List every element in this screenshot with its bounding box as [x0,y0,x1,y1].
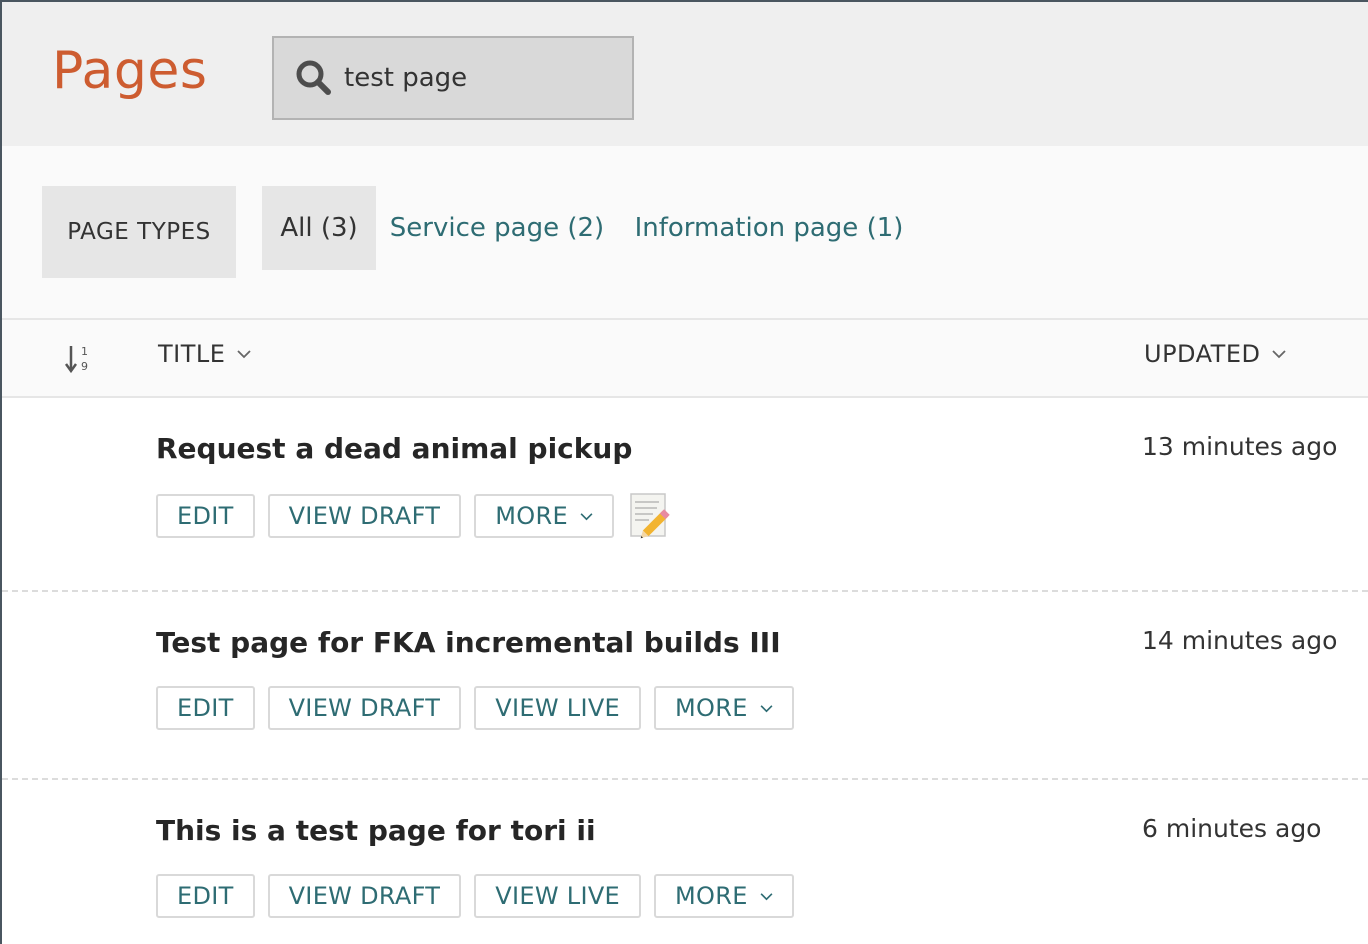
page-types-label: PAGE TYPES [42,186,236,278]
chevron-down-icon [580,512,593,520]
more-button-label: MORE [675,694,748,722]
page-type-filter-bar: PAGE TYPES All (3) Service page (2) Info… [2,146,1368,320]
search-icon [296,60,331,95]
row-actions: EDIT VIEW DRAFT VIEW LIVE MORE [156,874,794,918]
page-header: Pages [2,2,1368,146]
row-title-link[interactable]: Request a dead animal pickup [156,432,632,465]
page-title: Pages [52,41,208,101]
row-updated: 14 minutes ago [1142,626,1338,655]
chevron-down-icon [1272,350,1287,359]
edit-button-label: EDIT [177,882,234,910]
more-button[interactable]: MORE [474,494,614,538]
edit-button-label: EDIT [177,502,234,530]
table-header: 1 9 TITLE UPDATED [2,320,1368,398]
view-draft-button[interactable]: VIEW DRAFT [267,494,462,538]
sort-order-icon[interactable]: 1 9 [64,342,94,376]
edit-button[interactable]: EDIT [156,686,255,730]
filter-tab-information-page[interactable]: Information page (1) [628,186,910,270]
row-divider [2,590,1368,592]
column-header-title[interactable]: TITLE [158,340,252,368]
chevron-down-icon [760,892,773,900]
memo-icon [630,493,670,539]
view-draft-button-label: VIEW DRAFT [288,502,441,530]
more-button[interactable]: MORE [654,874,794,918]
row-title-link[interactable]: This is a test page for tori ii [156,814,596,847]
more-button-label: MORE [495,502,568,530]
view-live-button[interactable]: VIEW LIVE [474,874,642,918]
edit-button[interactable]: EDIT [156,874,255,918]
svg-text:9: 9 [81,360,88,373]
view-live-button[interactable]: VIEW LIVE [474,686,642,730]
view-live-button-label: VIEW LIVE [495,882,621,910]
view-draft-button[interactable]: VIEW DRAFT [267,874,462,918]
row-actions: EDIT VIEW DRAFT VIEW LIVE MORE [156,686,794,730]
row-actions: EDIT VIEW DRAFT MORE [156,492,673,540]
more-button-label: MORE [675,882,748,910]
view-draft-button-label: VIEW DRAFT [288,882,441,910]
column-header-title-label: TITLE [158,340,226,368]
column-header-updated-label: UPDATED [1144,340,1261,368]
row-divider [2,778,1368,780]
filter-tab-service-page[interactable]: Service page (2) [388,186,606,270]
chevron-down-icon [237,350,252,359]
view-draft-button-label: VIEW DRAFT [288,694,441,722]
row-title-link[interactable]: Test page for FKA incremental builds III [156,626,781,659]
more-button[interactable]: MORE [654,686,794,730]
search-box[interactable] [272,36,634,120]
chevron-down-icon [760,704,773,712]
filter-tab-all[interactable]: All (3) [262,186,376,270]
search-input[interactable] [344,56,614,100]
edit-button[interactable]: EDIT [156,494,255,538]
column-header-updated[interactable]: UPDATED [1144,340,1287,368]
edit-button-label: EDIT [177,694,234,722]
view-live-button-label: VIEW LIVE [495,694,621,722]
row-updated: 6 minutes ago [1142,814,1322,843]
svg-text:1: 1 [81,345,88,358]
row-updated: 13 minutes ago [1142,432,1338,461]
view-draft-button[interactable]: VIEW DRAFT [267,686,462,730]
